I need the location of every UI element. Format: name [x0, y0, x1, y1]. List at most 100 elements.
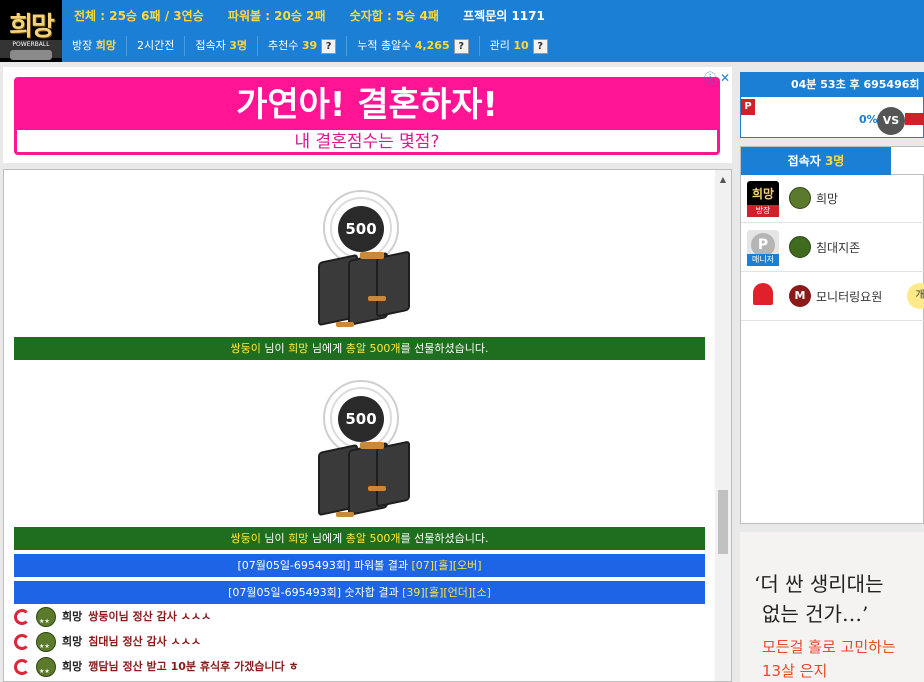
magazine-icon [376, 440, 410, 508]
owner-label: 방장 [72, 39, 93, 52]
result-prefix: [07월05일-695493회] [237, 559, 351, 572]
powerball-result: [07월05일-695493회] 파워볼 결과 [07][홀][오버] [14, 554, 705, 577]
number-sum-result: [07월05일-695493회] 숫자합 결과 [39][홀][언더][소] [14, 581, 705, 604]
spinner-icon [14, 609, 30, 625]
vs-badge: VS [877, 107, 905, 135]
gift-text: 님에게 [308, 342, 346, 355]
gift-text: 님이 [260, 342, 289, 355]
owner-name[interactable]: 희망 [96, 39, 116, 52]
stat-total: 전체 : 25승 6패 / 3연승 [74, 9, 204, 23]
rank-icon [36, 607, 56, 633]
visitors-count: 3명 [229, 39, 248, 52]
side-ad-line: ‘더 싼 생리대는 [754, 572, 884, 596]
siren-icon [747, 279, 779, 311]
time-ago: 2시간전 [127, 36, 186, 56]
user-list-panel: 접속자 3명 희망 방장 희망 P 매니저 침대지존 M 모니터링요원 개 [740, 146, 924, 524]
result-label: 숫자합 결과 [341, 586, 403, 599]
manage-info: 관리 10? [480, 36, 558, 56]
room-logo[interactable]: 희망 POWERBALL PICKSTER [0, 0, 62, 62]
chat-nick[interactable]: 희망 [62, 635, 82, 648]
rank-icon [789, 236, 811, 258]
gift-amount-disc: 500 [338, 206, 384, 252]
result-value: [39][홀][언더][소] [402, 586, 491, 599]
chat-nick[interactable]: 희망 [62, 660, 82, 673]
chat-message: 희망 침대님 정산 감사 ㅅㅅㅅ [14, 631, 201, 658]
tab-other[interactable] [891, 147, 924, 175]
role-badge: 매니저 [747, 254, 779, 266]
stat-special: 프젝문의 1171 [463, 9, 545, 23]
user-extra-badge[interactable]: 개 [907, 283, 924, 309]
logo-text: 희망 [9, 12, 55, 42]
manage-label: 관리 [489, 39, 510, 52]
scroll-thumb[interactable] [718, 490, 728, 554]
chat-text: 침대님 정산 감사 ㅅㅅㅅ [88, 635, 201, 648]
bullet-icon [360, 252, 384, 259]
gift-sender[interactable]: 쌍둥이 [230, 532, 260, 545]
gift-text: 님이 [260, 532, 289, 545]
side-ad-line: 13살 은지 [762, 662, 828, 680]
spinner-icon [14, 659, 30, 675]
chat-panel[interactable]: 500 쌍둥이 님이 희망 님에게 총알 500개를 선물하셨습니다. 500 … [3, 169, 732, 682]
scroll-up-icon[interactable]: ▲ [715, 172, 731, 188]
manage-help-button[interactable]: ? [532, 38, 548, 54]
next-round-panel: 04분 53초 후 695496회 P 0% VS [740, 72, 924, 138]
ad-headline: 가연아! 결혼하자! [17, 80, 717, 130]
recommend-label: 추천수 [268, 39, 299, 52]
avatar-text: 희망 [751, 187, 775, 201]
gift-item: 총알 500개 [345, 532, 401, 545]
tab-users-label: 접속자 [787, 154, 821, 168]
bullet-icon [360, 442, 384, 449]
ad-close-icon[interactable]: ⓘ ✕ [704, 69, 730, 86]
ammo-gift-image: 500 [318, 186, 418, 336]
gift-receiver[interactable]: 희망 [288, 532, 308, 545]
gift-message: 쌍둥이 님이 희망 님에게 총알 500개를 선물하셨습니다. [14, 527, 705, 550]
bullet-icon [368, 486, 386, 491]
tab-users[interactable]: 접속자 3명 [741, 147, 891, 175]
user-name[interactable]: 침대지존 [816, 239, 860, 256]
user-row[interactable]: M 모니터링요원 개 [741, 273, 924, 321]
result-prefix: [07월05일-695493회] [228, 586, 341, 599]
logo-base-shape [10, 50, 52, 60]
powerball-p-icon: P [741, 99, 755, 115]
user-name[interactable]: 희망 [816, 190, 838, 207]
gift-sender[interactable]: 쌍둥이 [230, 342, 260, 355]
chat-nick[interactable]: 희망 [62, 610, 82, 623]
gift-message: 쌍둥이 님이 희망 님에게 총알 500개를 선물하셨습니다. [14, 337, 705, 360]
stat-number-sum: 숫자합 : 5승 4패 [349, 9, 439, 23]
chat-message: 희망 깽담님 정산 받고 10분 휴식후 가겠습니다 ㅎ [14, 656, 299, 681]
ad-subline: 내 결혼점수는 몇점? [17, 130, 717, 152]
recommend-info: 추천수 39? [258, 36, 348, 56]
gift-text: 를 선물하셨습니다. [400, 342, 489, 355]
bullet-icon [368, 296, 386, 301]
ammo-gift-image: 500 [318, 376, 418, 526]
chat-message: 희망 쌍둥이님 정산 감사 ㅅㅅㅅ [14, 606, 211, 633]
ad-banner-area: 가연아! 결혼하자! 내 결혼점수는 몇점? ⓘ ✕ [3, 67, 732, 163]
ad-banner[interactable]: 가연아! 결혼하자! 내 결혼점수는 몇점? [14, 77, 720, 155]
gift-help-button[interactable]: ? [453, 38, 469, 54]
chat-scrollbar[interactable]: ▲ [715, 170, 731, 681]
side-ad-line: 모든걸 홀로 고민하는 [762, 638, 896, 656]
bullet-icon [336, 322, 354, 327]
round-countdown: 04분 53초 후 695496회 [741, 73, 924, 97]
magazine-icon [376, 250, 410, 318]
user-row[interactable]: 희망 방장 희망 [741, 175, 924, 223]
siren-light [753, 283, 773, 305]
recommend-count: 39 [301, 39, 318, 52]
tab-users-count: 3명 [824, 154, 845, 168]
gift-receiver[interactable]: 희망 [288, 342, 308, 355]
gift-text: 를 선물하셨습니다. [400, 532, 489, 545]
result-label: 파워볼 결과 [350, 559, 412, 572]
recommend-help-button[interactable]: ? [321, 38, 337, 54]
user-row[interactable]: P 매니저 침대지존 [741, 224, 924, 272]
role-badge: 방장 [747, 205, 779, 217]
gift-info: 누적 총알수 4,265? [347, 36, 480, 56]
side-ad-banner[interactable]: ‘더 싼 생리대는 없는 건가…’ 모든걸 홀로 고민하는 13살 은지 [740, 532, 924, 682]
rank-icon [36, 632, 56, 658]
gift-count: 4,265 [414, 39, 450, 52]
owner-info: 방장 희망 [62, 36, 127, 56]
bullet-icon [336, 512, 354, 517]
rank-icon [36, 657, 56, 681]
result-value: [07][홀][오버] [411, 559, 482, 572]
monitor-rank-icon: M [789, 285, 811, 307]
user-name[interactable]: 모니터링요원 [816, 288, 882, 305]
